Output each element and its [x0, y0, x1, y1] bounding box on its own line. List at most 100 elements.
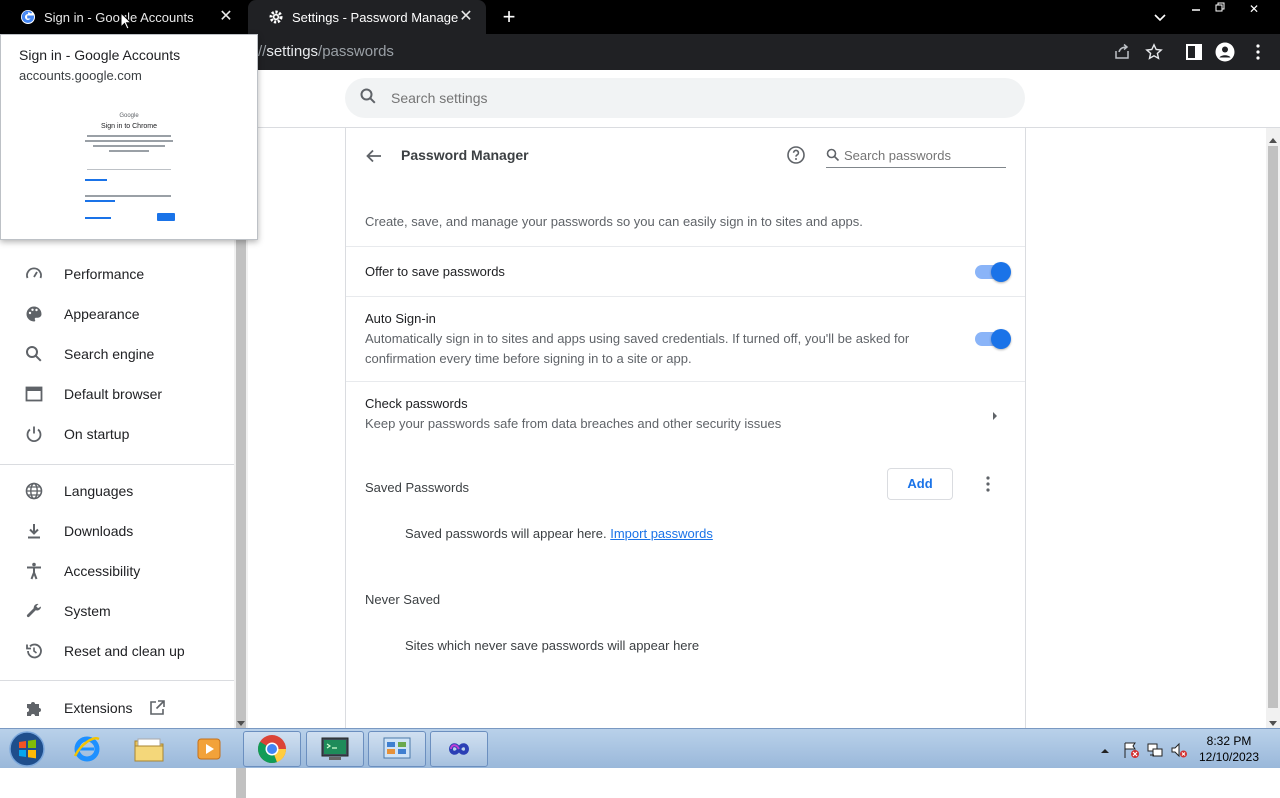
address-bar[interactable]: //settings/passwords: [258, 38, 1138, 66]
scroll-down-arrow-icon[interactable]: [1269, 714, 1277, 726]
row-divider: [346, 381, 1025, 382]
sidebar-item-appearance[interactable]: Appearance: [0, 294, 235, 334]
hover-card-title: Sign in - Google Accounts: [19, 47, 181, 63]
restore-icon[interactable]: [1208, 0, 1232, 18]
password-manager-card: Password Manager Create, save, and manag…: [345, 128, 1026, 728]
show-hidden-icons-arrow-icon[interactable]: [1100, 743, 1110, 753]
search-icon: [24, 344, 44, 364]
sidebar-item-extensions[interactable]: Extensions: [0, 688, 235, 728]
preview-text-line: [109, 150, 149, 152]
add-password-button[interactable]: Add: [887, 468, 953, 500]
gear-icon: [268, 9, 284, 25]
scrollbar-thumb[interactable]: [1268, 146, 1278, 708]
import-passwords-link[interactable]: Import passwords: [610, 526, 713, 541]
saved-passwords-empty-text: Saved passwords will appear here.: [405, 526, 607, 541]
auto-signin-label: Auto Sign-in: [365, 311, 436, 326]
check-passwords-label[interactable]: Check passwords: [365, 396, 468, 411]
start-button[interactable]: [0, 731, 54, 767]
preview-link-line: [85, 217, 111, 219]
action-center-flag-icon[interactable]: [1122, 741, 1140, 759]
minimize-icon[interactable]: [1184, 0, 1208, 18]
row-divider: [346, 246, 1025, 247]
close-tab-icon[interactable]: ✕: [458, 9, 474, 25]
saved-passwords-heading: Saved Passwords: [365, 480, 470, 495]
browser-window-icon: [24, 384, 44, 404]
control-panel-icon[interactable]: [368, 731, 426, 767]
accessibility-icon: [24, 561, 44, 581]
share-icon[interactable]: [1112, 42, 1132, 62]
history-icon: [24, 641, 44, 661]
page-title: Password Manager: [401, 147, 529, 163]
help-icon[interactable]: [786, 145, 806, 165]
scroll-down-arrow-icon[interactable]: [237, 714, 245, 726]
preview-text-line: [93, 145, 165, 147]
tab-search-chevron-icon[interactable]: [1152, 9, 1168, 25]
more-menu-icon[interactable]: [1248, 42, 1268, 62]
preview-text-line: [87, 135, 171, 137]
search-settings-input[interactable]: [391, 90, 991, 106]
back-arrow-icon[interactable]: [365, 147, 383, 165]
preview-link-line: [85, 179, 107, 181]
internet-explorer-icon[interactable]: [58, 731, 116, 767]
sidebar-item-downloads[interactable]: Downloads: [0, 511, 235, 551]
search-settings-box[interactable]: [345, 78, 1025, 118]
sidebar-item-label: Extensions: [64, 700, 133, 716]
sidebar-item-search-engine[interactable]: Search engine: [0, 334, 235, 374]
hover-card-domain: accounts.google.com: [19, 68, 142, 83]
sidebar-item-reset-and-clean-up[interactable]: Reset and clean up: [0, 631, 235, 671]
media-player-icon[interactable]: [180, 731, 238, 767]
power-icon: [24, 424, 44, 444]
scroll-up-arrow-icon[interactable]: [1269, 132, 1277, 143]
network-icon[interactable]: [1146, 741, 1164, 759]
bookmark-star-icon[interactable]: [1144, 42, 1164, 62]
preview-text-line: [85, 140, 173, 142]
system-clock[interactable]: 8:32 PM 12/10/2023: [1196, 733, 1262, 765]
tab-hover-card: Sign in - Google Accounts accounts.googl…: [0, 34, 258, 240]
search-icon: [826, 148, 840, 167]
sidebar-item-on-startup[interactable]: On startup: [0, 414, 235, 454]
open-in-new-icon: [148, 699, 166, 717]
sidebar-divider: [0, 680, 235, 681]
sidebar-item-languages[interactable]: Languages: [0, 471, 235, 511]
search-passwords-box[interactable]: [826, 144, 1006, 168]
close-tab-icon[interactable]: ✕: [218, 9, 234, 25]
windows-taskbar: 8:32 PM 12/10/2023: [0, 728, 1280, 768]
google-icon: [20, 9, 36, 25]
toggle-knob: [991, 329, 1011, 349]
chrome-taskbar-icon[interactable]: [243, 731, 301, 767]
toggle-knob: [991, 262, 1011, 282]
more-actions-icon[interactable]: [986, 476, 990, 492]
puzzle-icon: [24, 698, 44, 718]
tab-settings-password-manager[interactable]: Settings - Password Manager ✕: [248, 0, 486, 34]
terminal-app-icon[interactable]: [306, 731, 364, 767]
chevron-right-icon[interactable]: [991, 408, 999, 420]
main-scrollbar[interactable]: [1266, 128, 1280, 728]
preview-button: [157, 213, 175, 221]
url-host: settings: [266, 43, 319, 60]
sidebar-item-system[interactable]: System: [0, 591, 235, 631]
preview-text-line: [85, 195, 171, 197]
preview-text-line: [85, 200, 115, 202]
offer-to-save-toggle[interactable]: [975, 262, 1011, 282]
sidebar-item-default-browser[interactable]: Default browser: [0, 374, 235, 414]
sidebar-item-performance[interactable]: Performance: [0, 254, 235, 294]
sidebar-item-accessibility[interactable]: Accessibility: [0, 551, 235, 591]
sidebar-item-label: Reset and clean up: [64, 643, 185, 659]
side-panel-icon[interactable]: [1184, 42, 1204, 62]
clock-date: 12/10/2023: [1198, 750, 1260, 764]
tab-title: Settings - Password Manager: [292, 9, 458, 25]
page-description: Create, save, and manage your passwords …: [365, 214, 863, 229]
close-window-icon[interactable]: ✕: [1242, 0, 1266, 18]
sidebar-item-label: System: [64, 603, 111, 619]
sidebar-item-label: On startup: [64, 426, 130, 442]
profile-avatar-icon[interactable]: [1215, 42, 1235, 62]
auto-signin-description-line1: Automatically sign in to sites and apps …: [365, 331, 910, 346]
preview-heading: Sign in to Chrome: [100, 123, 158, 130]
search-passwords-input[interactable]: [844, 144, 1004, 166]
auto-signin-toggle[interactable]: [975, 329, 1011, 349]
file-explorer-icon[interactable]: [120, 731, 178, 767]
volume-muted-icon[interactable]: [1170, 741, 1188, 759]
sidebar-item-label: Performance: [64, 266, 145, 282]
infinity-app-icon[interactable]: [430, 731, 488, 767]
new-tab-button[interactable]: +: [498, 6, 520, 29]
